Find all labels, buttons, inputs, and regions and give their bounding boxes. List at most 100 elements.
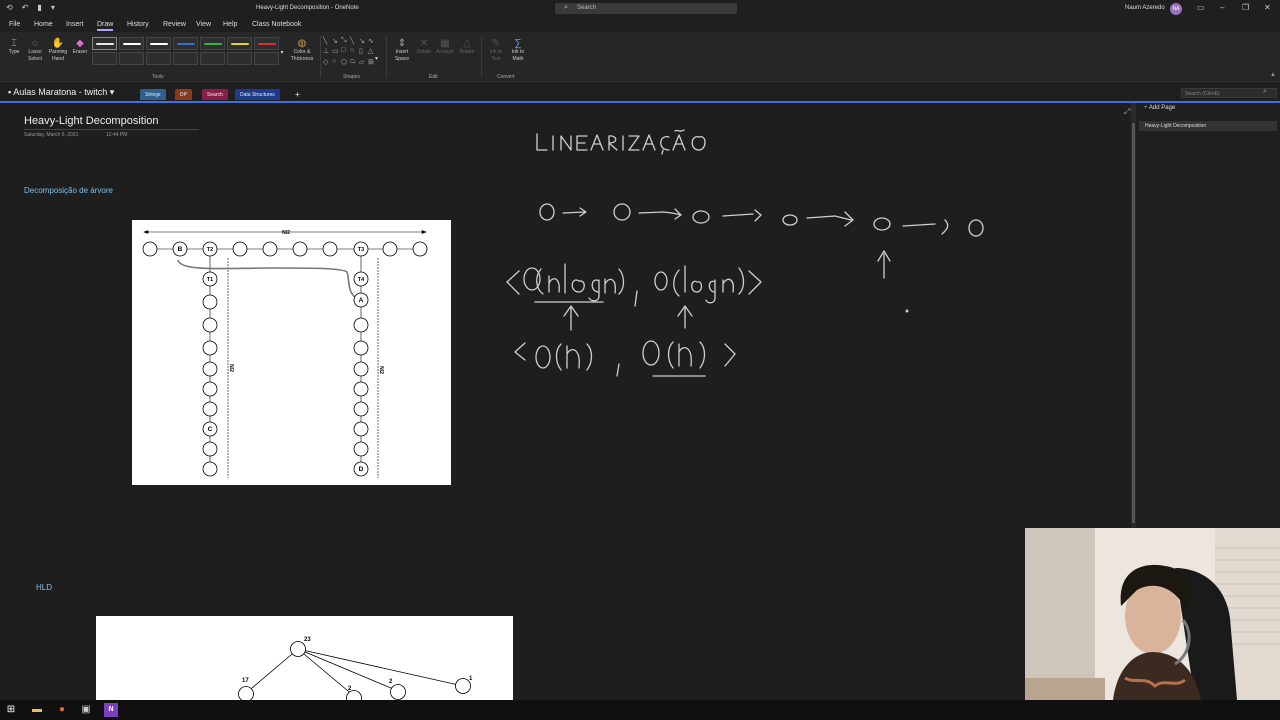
pen-3[interactable] <box>146 37 171 50</box>
menu-help[interactable]: Help <box>223 21 237 28</box>
close-icon[interactable]: ✕ <box>1264 3 1271 12</box>
onenote-icon[interactable]: N <box>104 703 118 717</box>
title-bar: ⟲ ↶ ▮ ▾ Heavy-Light Decomposition - OneN… <box>0 0 1280 17</box>
file-explorer-icon[interactable]: ▬ <box>30 703 44 717</box>
pen-1[interactable] <box>92 37 117 50</box>
delete-button[interactable]: ✕ Delete <box>414 38 434 56</box>
tree-node-weight: 17 <box>242 678 249 684</box>
shapes-more-icon[interactable]: ▾ <box>375 56 378 63</box>
menu-draw[interactable]: Draw <box>97 21 114 31</box>
eraser-tool[interactable]: ◆ Eraser <box>71 38 89 56</box>
minimize-icon[interactable]: – <box>1220 3 1224 12</box>
square-icon[interactable]: □ <box>341 47 349 56</box>
back-icon[interactable]: ⟲ <box>6 3 13 12</box>
pen-slot-13[interactable] <box>227 52 252 65</box>
tree-decomposition-image[interactable]: N/2 B T2 T3 T1 T4 A C D N/2 N/2 <box>132 220 451 485</box>
rotate-button[interactable]: △ Rotate <box>457 38 477 56</box>
add-page-button[interactable]: + Add Page <box>1144 105 1175 111</box>
page-title[interactable]: Heavy-Light Decomposition <box>24 115 159 127</box>
touch-mode-icon[interactable]: ▮ <box>37 3 41 12</box>
menu-file[interactable]: File <box>9 21 20 28</box>
customize-icon[interactable]: ▾ <box>51 3 55 12</box>
menu-insert[interactable]: Insert <box>66 21 84 28</box>
menu-view[interactable]: View <box>196 21 211 28</box>
search-icon[interactable]: ⌕ <box>1263 88 1267 96</box>
ellipse-icon[interactable]: ○ <box>350 47 358 56</box>
section-heading-hld[interactable]: HLD <box>36 583 52 592</box>
pen-7[interactable] <box>254 37 279 50</box>
insert-space-button[interactable]: ⇕ Insert Space <box>392 38 412 63</box>
node <box>202 441 218 457</box>
trapezoid-icon[interactable]: ⏢ <box>350 58 358 67</box>
ink-to-text-button[interactable]: ✎ Ink to Text <box>486 38 506 63</box>
color-thickness-button[interactable]: ◍ Color & Thickness <box>288 38 316 63</box>
pen-slot-11[interactable] <box>173 52 198 65</box>
page-list-item[interactable]: Heavy-Light Decomposition <box>1139 121 1277 131</box>
pen-4[interactable] <box>173 37 198 50</box>
windows-start-icon[interactable]: ⊞ <box>4 703 18 717</box>
type-label: Type <box>8 49 20 55</box>
ink-to-math-button[interactable]: ∑ Ink to Math <box>508 38 528 63</box>
rectangle-icon[interactable]: ▭ <box>332 47 340 56</box>
pen-slot-12[interactable] <box>200 52 225 65</box>
pen-slot-14[interactable] <box>254 52 279 65</box>
plus-icon: + <box>1144 105 1148 111</box>
pen-5[interactable] <box>200 37 225 50</box>
dashed-arrow-icon[interactable]: ↘ <box>359 37 367 46</box>
scrollbar-thumb[interactable] <box>1132 123 1135 523</box>
pen-slot-10[interactable] <box>146 52 171 65</box>
dashed-line-icon[interactable]: ╲ <box>350 37 358 46</box>
tab-search[interactable]: Search <box>202 89 228 100</box>
pen-slot-9[interactable] <box>119 52 144 65</box>
circle-icon[interactable]: ○ <box>332 58 340 67</box>
ribbon-display-icon[interactable]: ▭ <box>1197 3 1205 12</box>
pen-slot-8[interactable] <box>92 52 117 65</box>
lasso-icon: ◌ <box>32 38 38 49</box>
diamond-icon[interactable]: ◇ <box>323 58 331 67</box>
lasso-select-tool[interactable]: ◌ Lasso Select <box>26 38 44 63</box>
section-heading-tree-decomposition[interactable]: Decomposição de árvore <box>24 186 113 195</box>
collapse-ribbon-icon[interactable]: ▲ <box>1270 72 1276 78</box>
notebook-selector[interactable]: ▪ Aulas Maratona - twitch ▾ <box>8 87 114 98</box>
undo-icon[interactable]: ↶ <box>22 3 29 12</box>
tab-strings[interactable]: Strings <box>140 89 166 100</box>
expand-icon[interactable]: ⤢ <box>1124 107 1130 117</box>
node-label-t2: T2 <box>207 247 213 253</box>
menu-class-notebook[interactable]: Class Notebook <box>252 21 301 28</box>
terminal-icon[interactable]: ▣ <box>79 703 93 717</box>
pen-2[interactable] <box>119 37 144 50</box>
arrange-button[interactable]: ▦ Arrange <box>434 38 456 56</box>
panning-hand-tool[interactable]: ✋ Panning Hand <box>46 38 70 63</box>
ink-to-math-label: Ink to Math <box>511 49 525 62</box>
shapes-gallery[interactable]: ╲ ↘ ⤡ ╲ ↘ ∿ ⊥ ▭ □ ○ ▯ △ ◇ ○ ⬠ ⏢ ▱ ⊞ <box>323 37 378 67</box>
tab-dp[interactable]: DP <box>175 89 192 100</box>
double-arrow-icon[interactable]: ⤡ <box>341 37 349 46</box>
title-search-box[interactable]: ⌕ Search <box>555 3 737 14</box>
ink-linked-list <box>539 203 984 313</box>
parallelogram-icon[interactable]: ▱ <box>359 58 367 67</box>
pen-gallery-more-icon[interactable]: ▾ <box>279 50 285 57</box>
line-icon[interactable]: ╲ <box>323 37 331 46</box>
handwritten-ink[interactable] <box>495 116 1035 386</box>
avatar[interactable]: NA <box>1170 3 1182 15</box>
arrow-icon[interactable]: ↘ <box>332 37 340 46</box>
add-section-button[interactable]: + <box>290 87 305 99</box>
menu-home[interactable]: Home <box>34 21 53 28</box>
pen-6[interactable] <box>227 37 252 50</box>
node <box>353 421 369 437</box>
page-canvas[interactable]: ⤢ Heavy-Light Decomposition Saturday, Ma… <box>0 103 1131 700</box>
user-name[interactable]: Naum Azeredo <box>1125 5 1165 11</box>
menu-history[interactable]: History <box>127 21 149 28</box>
pentagon-icon[interactable]: ⬠ <box>341 58 349 67</box>
axes-icon[interactable]: ⊥ <box>323 47 331 56</box>
hld-tree-image[interactable]: 23 17 2 2 1 <box>96 616 513 700</box>
curve-icon[interactable]: ∿ <box>368 37 376 46</box>
ink-to-text-icon: ✎ <box>491 38 501 49</box>
tab-data-structures[interactable]: Data Structures <box>235 89 280 100</box>
restore-icon[interactable]: ❐ <box>1242 3 1249 12</box>
menu-review[interactable]: Review <box>163 21 186 28</box>
webcam-image <box>1025 528 1280 700</box>
rect2-icon[interactable]: ▯ <box>359 47 367 56</box>
type-tool[interactable]: ⌶ Type <box>6 38 22 56</box>
firefox-icon[interactable]: ● <box>55 703 69 717</box>
